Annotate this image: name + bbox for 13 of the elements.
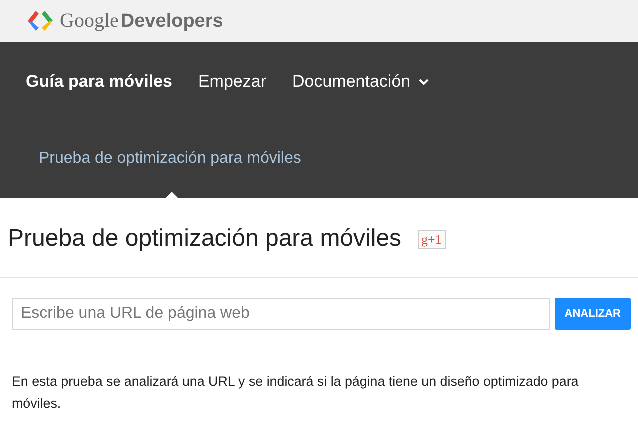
logo-icon [27,10,54,32]
nav-link[interactable]: Empezar [198,70,266,94]
plus-one-button[interactable]: g+1 [418,230,446,249]
url-input-field[interactable]: Escribe una URL de página web [12,298,550,330]
brand-name: Google [60,8,119,34]
nav-link[interactable]: Documentación [292,70,429,94]
selection-pointer-icon [166,191,178,198]
brand-name: Developers [120,10,224,34]
nav-link[interactable]: Guía para móviles [26,70,172,94]
page-title: Prueba de optimización para móviles [8,225,402,254]
chevron-down-icon [418,78,429,86]
subnav-link[interactable]: Prueba de optimización para móviles [39,147,302,171]
description-text: En esta prueba se analizará una URL y se indicará si la página tiene un diseño optimizado para móviles. [11,372,580,413]
